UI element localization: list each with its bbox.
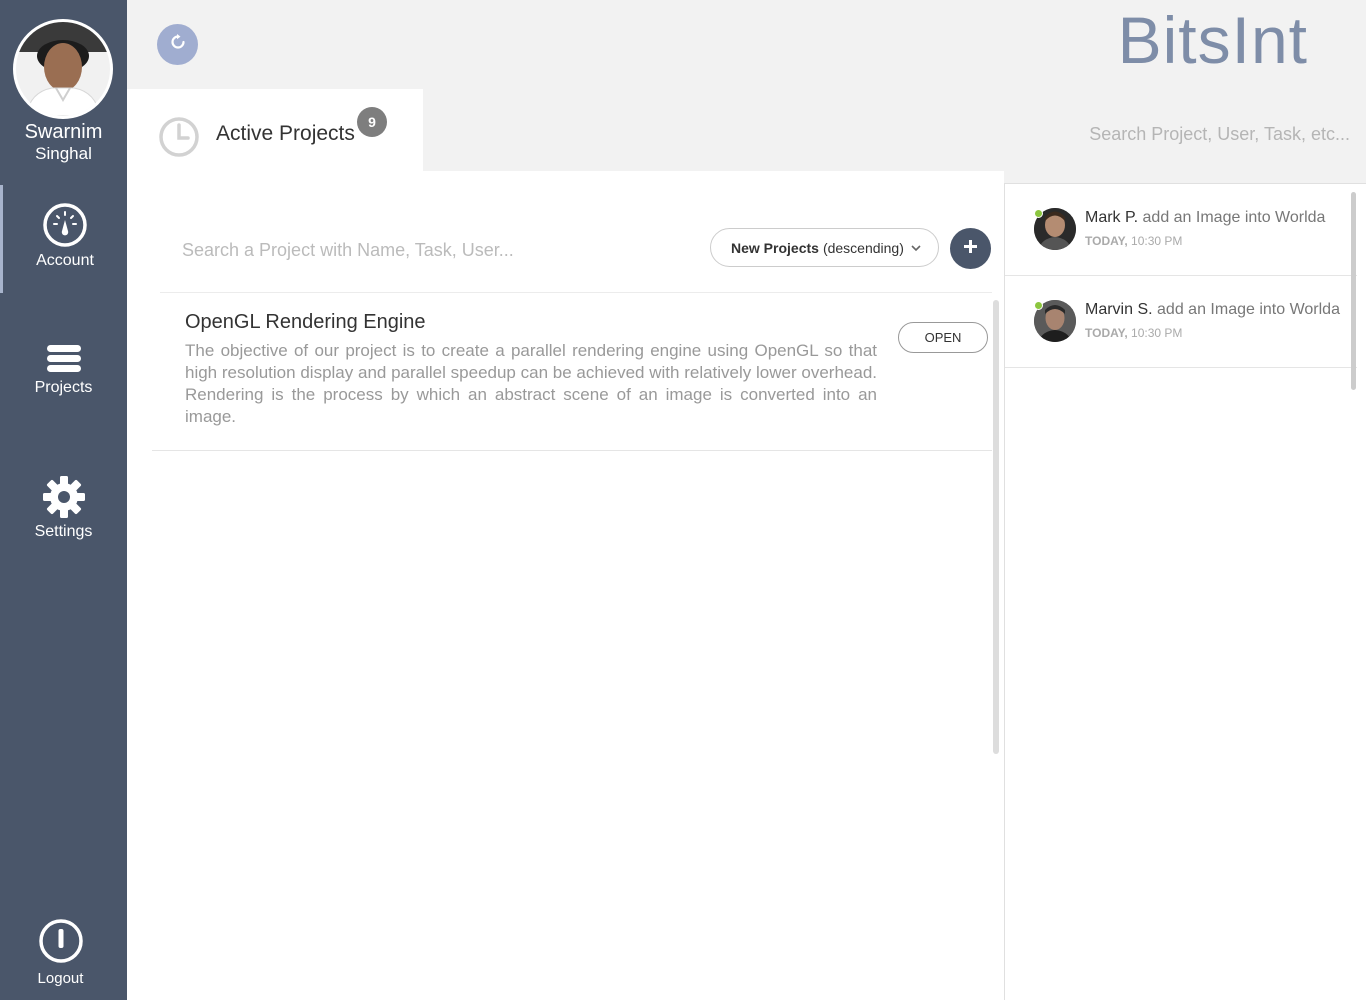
activity-user: Mark P. [1085, 209, 1139, 226]
open-project-button[interactable]: OPEN [898, 322, 988, 353]
divider [160, 292, 992, 293]
sort-dropdown-value: New Projects [731, 239, 819, 256]
activity-timestamp: TODAY, 10:30 PM [1085, 326, 1182, 340]
nav-account-label: Account [36, 252, 94, 269]
nav-logout-label: Logout [37, 970, 84, 987]
nav-settings-label: Settings [34, 523, 93, 540]
activity-time: 10:30 PM [1131, 326, 1183, 340]
global-search-input[interactable] [1060, 118, 1350, 150]
activity-time: 10:30 PM [1131, 234, 1183, 248]
project-search-input[interactable] [182, 233, 622, 267]
gear-icon [0, 475, 127, 519]
activity-action: add an Image into Worlda [1142, 209, 1326, 226]
user-first-name: Swarnim [24, 121, 103, 143]
projects-scrollbar[interactable] [993, 300, 999, 754]
activity-day: TODAY, [1085, 326, 1128, 340]
activity-scrollbar[interactable] [1351, 192, 1356, 390]
sidebar: Swarnim Singhal Account Projects Setting… [0, 0, 127, 1000]
activity-text: Marvin S. add an Image into Worlda [1085, 301, 1340, 319]
online-status-indicator [1034, 209, 1043, 218]
projects-panel: New Projects (descending) OpenGL Renderi… [127, 171, 1004, 1000]
nav-logout[interactable]: Logout [0, 918, 124, 987]
activity-item[interactable]: Marvin S. add an Image into Worlda TODAY… [1005, 276, 1357, 368]
refresh-icon [169, 33, 187, 56]
user-last-name: Singhal [35, 144, 92, 163]
active-projects-count-badge: 9 [357, 107, 387, 137]
project-item: OpenGL Rendering Engine The objective of… [185, 311, 995, 428]
activity-action: add an Image into Worlda [1157, 301, 1340, 318]
chevron-down-icon [910, 241, 922, 257]
menu-icon [0, 343, 127, 375]
avatar[interactable] [13, 19, 113, 119]
divider [152, 450, 992, 451]
activity-timestamp: TODAY, 10:30 PM [1085, 234, 1182, 248]
add-project-button[interactable] [950, 228, 991, 269]
nav-account[interactable]: Account [0, 185, 127, 293]
sort-dropdown-order: (descending) [822, 239, 904, 256]
sort-dropdown[interactable]: New Projects (descending) [710, 228, 939, 267]
project-description: The objective of our project is to creat… [185, 341, 877, 426]
activity-text: Mark P. add an Image into Worlda [1085, 209, 1325, 227]
project-title: OpenGL Rendering Engine [185, 311, 426, 333]
plus-icon [964, 239, 977, 258]
tab-active-projects-label: Active Projects [216, 122, 355, 145]
tab-active-projects[interactable]: Active Projects 9 [127, 89, 423, 171]
activity-item[interactable]: Mark P. add an Image into Worlda TODAY, … [1005, 184, 1357, 276]
nav-projects[interactable]: Projects [0, 343, 127, 397]
refresh-button[interactable] [157, 24, 198, 65]
activity-day: TODAY, [1085, 234, 1128, 248]
nav-projects-label: Projects [34, 379, 93, 396]
online-status-indicator [1034, 301, 1043, 310]
activity-user: Marvin S. [1085, 301, 1153, 318]
nav-settings[interactable]: Settings [0, 475, 127, 541]
brand-logo: BitsInt [1117, 3, 1308, 77]
activity-feed: Mark P. add an Image into Worlda TODAY, … [1004, 183, 1366, 1000]
gauge-icon [3, 202, 127, 248]
power-icon [0, 918, 124, 964]
clock-icon [158, 116, 200, 163]
user-avatar-image [16, 22, 110, 116]
